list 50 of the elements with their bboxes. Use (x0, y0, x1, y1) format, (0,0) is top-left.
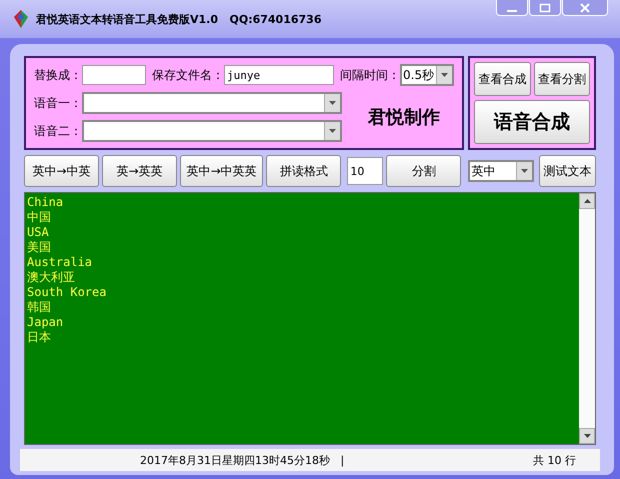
format-button[interactable]: 英→英英 (102, 155, 178, 187)
text-line: South Korea (27, 285, 108, 300)
text-line: China (27, 195, 64, 210)
filename-field[interactable]: junye (224, 65, 334, 85)
replace-field[interactable] (82, 65, 146, 85)
format-button[interactable]: 英中→中英英 (180, 155, 264, 187)
voice-one-label: 语音一： (34, 94, 82, 112)
voice-one-dropdown[interactable] (82, 92, 342, 114)
text-line: 美国 (27, 240, 52, 255)
test-text-button[interactable]: 测试文本 (538, 155, 596, 187)
minimize-button[interactable] (496, 0, 528, 16)
language-dropdown[interactable]: 英中 (468, 160, 534, 182)
voice-two-label: 语音二： (34, 122, 82, 140)
close-button[interactable] (562, 0, 608, 16)
dropdown-arrow-icon (329, 129, 336, 133)
close-icon (579, 2, 591, 12)
text-line: USA (27, 225, 50, 240)
text-line: Australia (27, 255, 94, 270)
text-line: 中国 (27, 210, 52, 225)
replace-label: 替换成： (34, 66, 82, 84)
count-field[interactable]: 10 (347, 157, 384, 185)
app-logo-icon (12, 9, 30, 29)
text-line: Japan (27, 315, 64, 330)
split-button[interactable]: 分割 (386, 155, 462, 187)
text-line: 日本 (27, 330, 52, 345)
voice-two-dropdown[interactable] (82, 120, 342, 142)
maximize-icon (539, 2, 551, 12)
scroll-down-icon (584, 434, 590, 438)
format-button[interactable]: 英中→中英 (24, 155, 100, 187)
text-line: 韩国 (27, 300, 52, 315)
scrollbar[interactable] (579, 193, 595, 444)
dropdown-arrow-icon (520, 169, 528, 173)
datetime-text: 2017年8月31日星期四13时45分18秒 | (140, 452, 344, 468)
interval-label: 间隔时间： (340, 66, 400, 84)
filename-label: 保存文件名： (152, 66, 224, 84)
minimize-icon (507, 10, 517, 12)
window-title: 君悦英语文本转语音工具免费版V1.0 QQ:674016736 (36, 12, 322, 26)
text-line: 澳大利亚 (27, 270, 76, 285)
view-button[interactable]: 查看分割 (534, 62, 590, 96)
brand-text: 君悦制作 (368, 106, 440, 129)
line-count-text: 共 10 行 (533, 452, 576, 468)
scroll-up-icon (584, 199, 590, 203)
text-area[interactable]: China 中国 USA 美国 Australia 澳大利亚 South Korea 韩国 Japan 日本 (24, 192, 596, 445)
format-button[interactable]: 拼读格式 (266, 155, 342, 187)
dropdown-arrow-icon (329, 101, 336, 105)
view-button[interactable]: 查看合成 (474, 62, 530, 96)
maximize-button[interactable] (529, 0, 561, 16)
synthesize-button[interactable]: 语音合成 (474, 100, 590, 144)
dropdown-arrow-icon (441, 73, 448, 77)
interval-dropdown[interactable]: 0.5秒 (400, 64, 454, 86)
